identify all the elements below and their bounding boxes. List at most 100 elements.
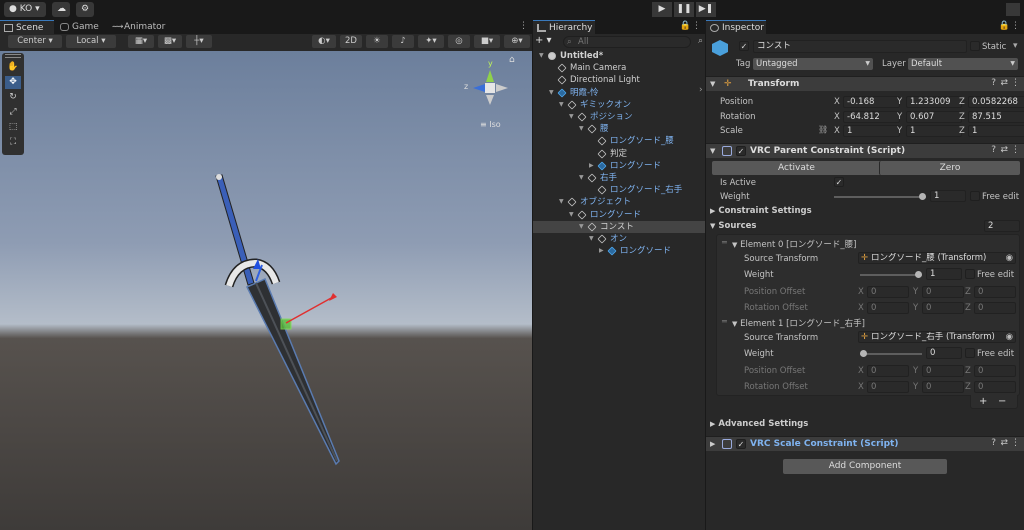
object-picker-icon[interactable]: ◉ [1006,332,1013,342]
camera-icon[interactable]: ■▾ [474,35,500,48]
preset-icon[interactable]: ⇄ [1000,145,1008,155]
fold-open-icon[interactable]: ▼ [539,50,544,62]
fold-closed-icon[interactable]: ▶ [589,160,594,172]
tab-animator[interactable]: ⟿ Animator [108,20,168,34]
element-free-edit-checkbox[interactable] [965,348,975,358]
fold-open-icon[interactable]: ▼ [579,123,584,135]
rotation-y-field[interactable]: 0.607 [906,111,962,123]
hierarchy-item[interactable]: Directional Light [533,74,705,86]
rot-offset-z-field[interactable]: 0 [974,381,1016,393]
effects-icon[interactable]: ✦▾ [418,35,444,48]
pos-offset-y-field[interactable]: 0 [922,365,964,377]
more-icon[interactable]: ⋮ [692,21,701,31]
x-axis-cone[interactable] [496,84,508,92]
element-weight-slider-knob[interactable] [860,350,867,357]
static-dropdown-icon[interactable]: ▾ [1013,41,1018,51]
element-foldout[interactable]: ▼ Element 1 [ロングソード_右手] [732,317,865,329]
element-foldout[interactable]: ▼ Element 0 [ロングソード_腰] [732,238,856,250]
create-button[interactable]: + ▾ [535,35,552,46]
fold-open-icon[interactable]: ▼ [549,87,554,99]
cloud-icon[interactable]: ☁ [52,2,70,17]
element-weight-field[interactable]: 0 [926,347,962,359]
scale-tool-icon[interactable]: ⤢ [5,106,21,119]
help-icon[interactable]: ? [991,438,996,448]
rotation-z-field[interactable]: 87.515 [968,111,1024,123]
hierarchy-item[interactable]: ▼ 明霞-怜 [533,87,705,99]
help-icon[interactable]: ? [991,78,996,88]
fold-open-icon[interactable]: ▼ [569,209,574,221]
rotation-x-field[interactable]: -64.812 [843,111,900,123]
scale-constraint-enabled-checkbox[interactable]: ✓ [736,439,746,449]
element-weight-field[interactable]: 1 [926,268,962,280]
pivot-dropdown[interactable]: Center ▾ [8,35,62,48]
hierarchy-item[interactable]: ▼ ポジション [533,111,705,123]
2d-toggle[interactable]: 2D [340,35,362,48]
scale-x-field[interactable]: 1 [843,125,900,137]
hierarchy-item[interactable]: ▼ Untitled* [533,50,705,62]
hierarchy-item[interactable]: ▼ 腰 [533,123,705,135]
hierarchy-item[interactable]: ▼ コンスト [533,220,705,233]
hierarchy-item[interactable]: ▶ ロングソード [533,245,705,257]
hierarchy-item[interactable]: ▼ オン [533,233,705,245]
weight-field[interactable]: 1 [930,190,966,202]
gizmo-center[interactable] [485,83,495,93]
element-weight-slider-knob[interactable] [915,271,922,278]
fold-open-icon[interactable]: ▼ [579,221,584,233]
element-free-edit-checkbox[interactable] [965,269,975,279]
position-z-field[interactable]: 0.0582268 [968,96,1024,108]
hierarchy-item[interactable]: ロングソード_右手 [533,184,705,196]
shading-icon[interactable]: ◐▾ [312,35,336,48]
rot-offset-x-field[interactable]: 0 [867,381,909,393]
reorder-handle[interactable]: ═ [722,238,727,247]
scene-viewport[interactable]: ✋ ✥ ↻ ⤢ ⬚ ⛶ y z ≡ Iso ⌂ [0,51,532,530]
reorder-handle[interactable]: ═ [722,317,727,326]
constraint-settings-foldout[interactable]: ▶ Constraint Settings [710,206,812,216]
is-active-checkbox[interactable]: ✓ [834,177,844,187]
parent-constraint-header[interactable]: ▼ ✓ VRC Parent Constraint (Script) ? ⇄ ⋮ [706,143,1024,158]
hierarchy-item[interactable]: 判定 [533,148,705,160]
neg-y-cone[interactable] [486,95,494,105]
free-edit-checkbox[interactable] [970,191,980,201]
gizmos-icon[interactable]: ⊕▾ [504,35,530,48]
hierarchy-search-input[interactable]: ⌕ All [563,36,691,48]
orientation-gizmo[interactable]: y z ≡ Iso [458,57,522,137]
play-button[interactable]: ▶ [652,2,672,17]
sources-foldout[interactable]: ▼ Sources [710,221,756,231]
z-axis-cone[interactable] [473,84,485,92]
transform-header[interactable]: ▼ ✛ Transform ? ⇄ ⋮ [706,76,1024,91]
weight-slider[interactable] [834,193,926,200]
element-weight-slider[interactable] [860,271,922,278]
tab-scene[interactable]: Scene [0,20,54,34]
audio-icon[interactable]: ♪ [392,35,414,48]
gizmo-lock-icon[interactable]: ⌂ [509,55,515,65]
tab-hierarchy[interactable]: Hierarchy [533,20,595,34]
transform-tool-icon[interactable]: ⛶ [5,136,21,149]
fold-open-icon[interactable]: ▼ [589,233,594,245]
add-source-button[interactable]: + [979,396,987,407]
component-menu-icon[interactable]: ⋮ [1011,78,1020,88]
hierarchy-item[interactable]: ▼ 右手 [533,172,705,184]
hierarchy-item[interactable]: ▼ ギミックオン [533,99,705,111]
lock-icon[interactable]: 🔒 [999,21,1010,31]
activate-button[interactable]: Activate [712,161,881,175]
tab-inspector[interactable]: Inspector [706,20,766,34]
constrain-proportions-icon[interactable]: ⛓ [818,125,828,134]
tab-game[interactable]: Game [56,20,99,34]
scale-z-field[interactable]: 1 [968,125,1024,137]
preset-icon[interactable]: ⇄ [1000,438,1008,448]
hand-tool-icon[interactable]: ✋ [5,61,21,74]
search-icon[interactable] [1006,3,1020,16]
pos-offset-y-field[interactable]: 0 [922,286,964,298]
scale-constraint-header[interactable]: ▶ ✓ VRC Scale Constraint (Script) ? ⇄ ⋮ [706,436,1024,451]
advanced-settings-foldout[interactable]: ▶ Advanced Settings [710,419,808,429]
component-menu-icon[interactable]: ⋮ [1011,145,1020,155]
rot-offset-y-field[interactable]: 0 [922,302,964,314]
pos-offset-x-field[interactable]: 0 [867,365,909,377]
grid-icon[interactable]: ▩▾ [158,35,182,48]
parent-constraint-enabled-checkbox[interactable]: ✓ [736,146,746,156]
active-checkbox[interactable]: ✓ [739,41,749,51]
rotate-tool-icon[interactable]: ↻ [5,91,21,104]
projection-label[interactable]: ≡ Iso [480,120,501,129]
step-button[interactable]: ▶❚ [696,2,716,17]
position-x-field[interactable]: -0.168 [843,96,900,108]
